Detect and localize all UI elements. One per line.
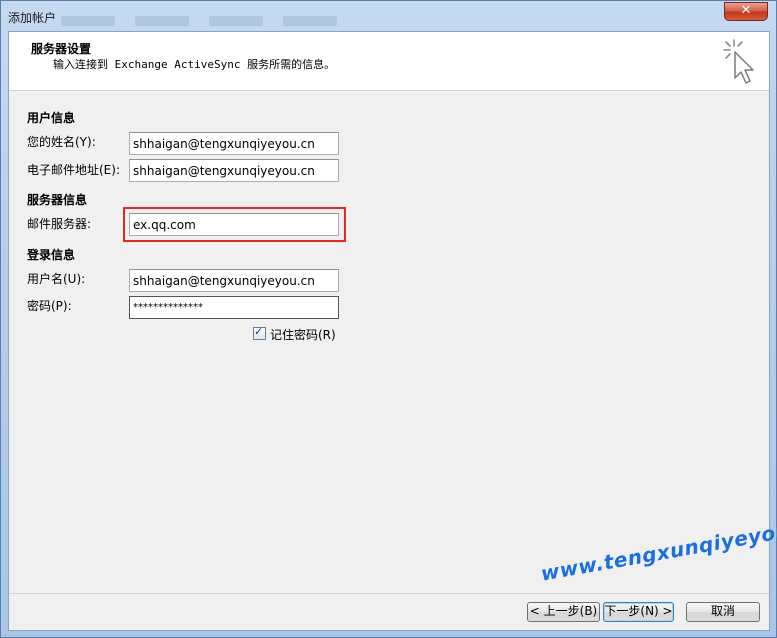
dialog-header: 服务器设置 输入连接到 Exchange ActiveSync 服务所需的信息。 bbox=[9, 32, 769, 91]
email-field[interactable] bbox=[129, 159, 339, 182]
page-subtitle: 输入连接到 Exchange ActiveSync 服务所需的信息。 bbox=[53, 58, 336, 71]
footer-divider bbox=[9, 593, 769, 594]
remember-password-label: 记住密码(R) bbox=[270, 328, 336, 342]
background-tab bbox=[283, 16, 337, 26]
cursor-sparkle-icon bbox=[723, 39, 754, 84]
page-title: 服务器设置 bbox=[31, 42, 92, 56]
add-account-window: 添加帐户 ✕ 服务器设置 输入连接到 Exchange ActiveSync 服… bbox=[0, 0, 777, 638]
close-button[interactable]: ✕ bbox=[724, 2, 768, 21]
remember-password-option[interactable]: ✓ 记住密码(R) bbox=[253, 325, 336, 342]
mail-server-field[interactable] bbox=[129, 213, 339, 236]
dialog-client-area: 服务器设置 输入连接到 Exchange ActiveSync 服务所需的信息。… bbox=[8, 31, 777, 631]
user-info-section-label: 用户信息 bbox=[27, 111, 76, 125]
username-field[interactable] bbox=[129, 269, 339, 292]
title-bar[interactable]: 添加帐户 ✕ bbox=[1, 1, 776, 31]
background-tab bbox=[209, 16, 263, 26]
email-label: 电子邮件地址(E): bbox=[27, 163, 120, 177]
cancel-button[interactable]: 取消 bbox=[686, 602, 760, 622]
back-button[interactable]: < 上一步(B) bbox=[527, 602, 600, 622]
mail-server-label: 邮件服务器: bbox=[27, 217, 92, 231]
username-label: 用户名(U): bbox=[27, 272, 86, 286]
close-icon: ✕ bbox=[740, 3, 752, 18]
next-button[interactable]: 下一步(N) > bbox=[603, 602, 674, 622]
password-field[interactable] bbox=[129, 296, 339, 319]
server-info-section-label: 服务器信息 bbox=[27, 193, 88, 207]
background-tab bbox=[135, 16, 189, 26]
background-tab bbox=[61, 16, 115, 26]
name-label: 您的姓名(Y): bbox=[27, 135, 96, 149]
remember-password-checkbox[interactable]: ✓ bbox=[253, 325, 266, 340]
name-field[interactable] bbox=[129, 132, 339, 155]
password-label: 密码(P): bbox=[27, 299, 72, 313]
window-title: 添加帐户 bbox=[8, 11, 57, 25]
checkmark-icon: ✓ bbox=[254, 325, 264, 338]
watermark-text: www.tengxunqiyeyou.com bbox=[539, 508, 777, 586]
background-tabs bbox=[61, 15, 357, 29]
login-info-section-label: 登录信息 bbox=[27, 248, 76, 262]
